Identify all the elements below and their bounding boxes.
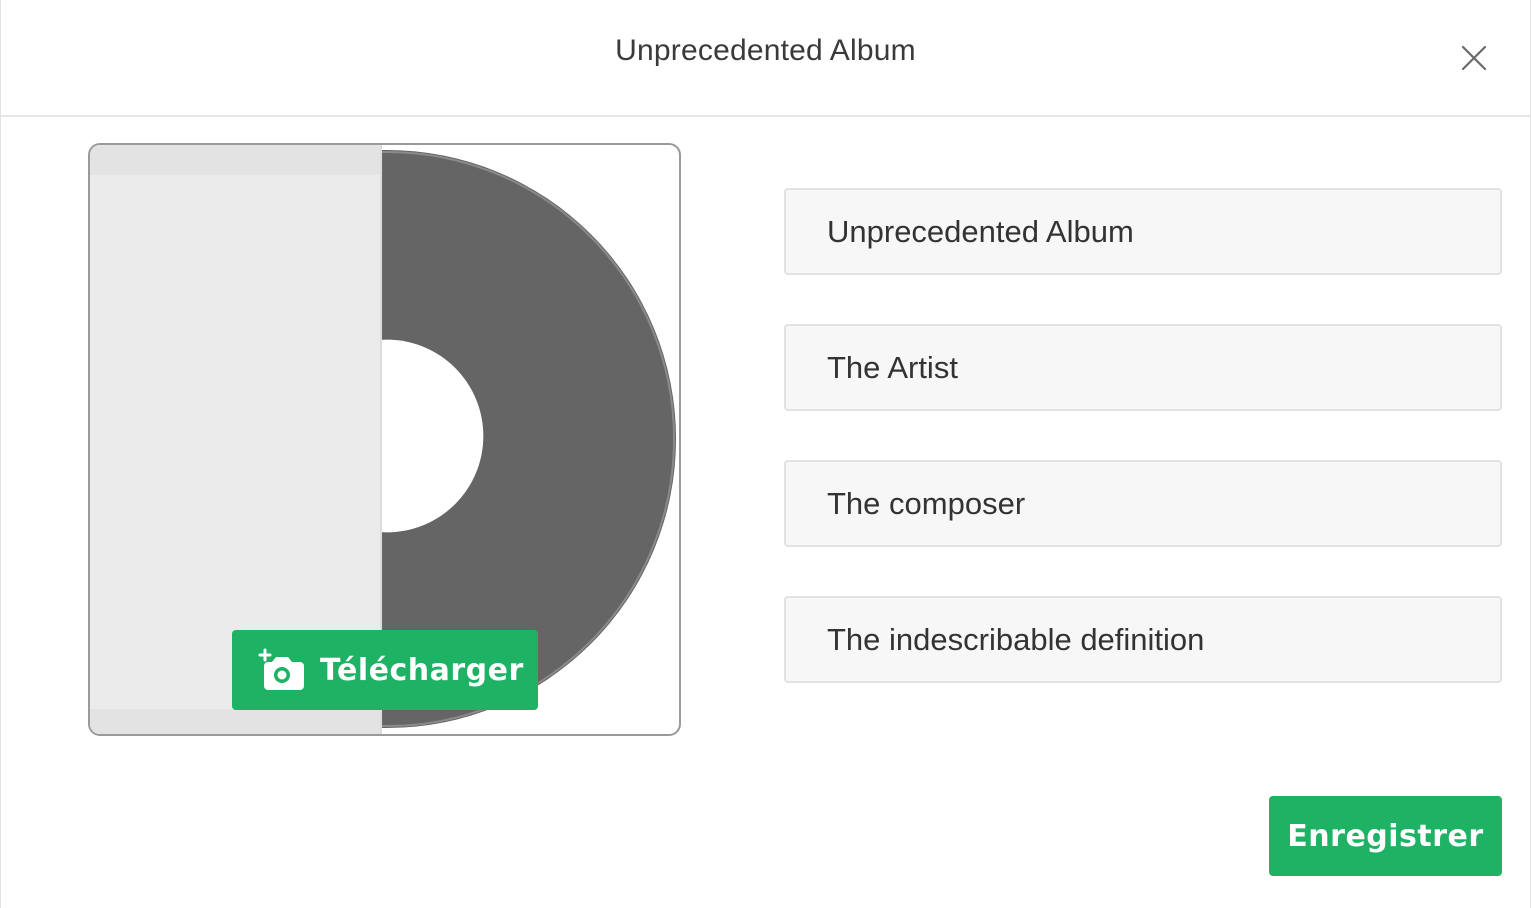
add-photo-camera-icon [258,648,304,690]
modal-header: Unprecedented Album [1,0,1530,117]
upload-cover-button[interactable]: Télécharger [232,630,538,710]
modal-title: Unprecedented Album [615,34,916,67]
artist-field[interactable] [784,324,1502,411]
album-edit-modal: Unprecedented Album Télécharger Unpreced… [0,0,1531,908]
upload-cover-label: Télécharger [320,652,524,688]
album-title-field[interactable] [784,188,1502,275]
composer-field[interactable] [784,460,1502,547]
close-button[interactable] [1453,37,1493,77]
definition-field[interactable] [784,596,1502,683]
close-icon [1461,45,1487,71]
save-button[interactable]: Enregistrer [1269,796,1502,876]
